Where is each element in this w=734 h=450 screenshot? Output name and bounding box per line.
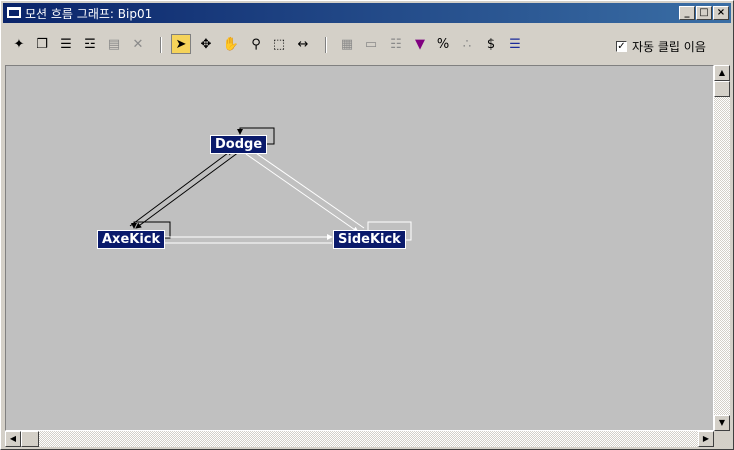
auto-clip-option[interactable]: ✓ 자동 클립 이음: [616, 38, 706, 55]
delete-transition-icon[interactable]: ▤: [104, 34, 124, 54]
window-icon: [7, 7, 21, 18]
select-random-icon[interactable]: ▼: [410, 34, 430, 54]
toolbar: ✦ ❐ ☰ ☲ ▤ ✕ ➤ ✥ ✋ ⚲ ⬚ ↔ ▦ ▭ ☷ ▼ % ∴ $ ☰ …: [3, 25, 731, 65]
move-icon[interactable]: ✥: [196, 34, 216, 54]
random-icon[interactable]: ∴: [457, 34, 477, 54]
link-dodge-self-head: [237, 127, 254, 135]
scroll-up-button[interactable]: ▲: [714, 65, 730, 81]
select-icon[interactable]: ➤: [171, 34, 191, 54]
node-dodge[interactable]: Dodge: [210, 135, 268, 154]
toolbar-separator: [160, 37, 162, 53]
auto-clip-checkbox[interactable]: ✓: [616, 41, 627, 52]
add-clip-icon[interactable]: ☰: [56, 34, 76, 54]
script-icon[interactable]: ☰: [505, 34, 525, 54]
cost-icon[interactable]: $: [481, 34, 501, 54]
graph-canvas[interactable]: Dodge AxeKick SideKick: [5, 65, 714, 431]
close-button[interactable]: ×: [713, 6, 729, 20]
query-icon[interactable]: ☷: [386, 34, 406, 54]
vertical-scrollbar[interactable]: ▲ ▼: [714, 65, 730, 431]
scroll-down-button[interactable]: ▼: [714, 415, 730, 431]
node-axekick[interactable]: AxeKick: [97, 230, 166, 249]
node-sidekick[interactable]: SideKick: [333, 230, 406, 249]
add-clip2-icon[interactable]: ☲: [80, 34, 100, 54]
link-dodge-axekick[interactable]: [135, 151, 240, 229]
maximize-button[interactable]: □: [696, 6, 712, 20]
percent-icon[interactable]: %: [433, 34, 453, 54]
link-dodge-sidekick[interactable]: [245, 153, 359, 233]
zoom-icon[interactable]: ⚲: [246, 34, 266, 54]
scroll-left-button[interactable]: ◀: [5, 431, 21, 447]
window-title: 모션 흐름 그래프: Bip01: [25, 7, 153, 21]
delete-icon[interactable]: ✕: [128, 34, 148, 54]
horizontal-scroll-thumb[interactable]: [21, 431, 39, 447]
title-bar[interactable]: 모션 흐름 그래프: Bip01 _ □ ×: [3, 3, 731, 23]
link-sidekick-dodge[interactable]: [249, 148, 365, 229]
properties-icon[interactable]: ▦: [337, 34, 357, 54]
new-state-icon[interactable]: ✦: [9, 34, 29, 54]
zoom-region-icon[interactable]: ⬚: [269, 34, 289, 54]
pan-icon[interactable]: ✋: [221, 34, 241, 54]
zoom-extents-icon[interactable]: ↔: [293, 34, 313, 54]
motion-flow-window: 모션 흐름 그래프: Bip01 _ □ × ✦ ❐ ☰ ☲ ▤ ✕ ➤ ✥ ✋…: [0, 0, 734, 450]
auto-clip-label: 자동 클립 이음: [632, 40, 706, 54]
horizontal-scrollbar[interactable]: ◀ ▶: [5, 431, 714, 447]
vertical-scroll-thumb[interactable]: [714, 81, 730, 97]
rectangle-icon[interactable]: ▭: [361, 34, 381, 54]
scroll-right-button[interactable]: ▶: [698, 431, 714, 447]
minimize-button[interactable]: _: [679, 6, 695, 20]
link-axekick-dodge[interactable]: [129, 149, 233, 227]
open-icon[interactable]: ❐: [32, 34, 52, 54]
toolbar-separator: [325, 37, 327, 53]
scroll-corner: [714, 431, 730, 447]
